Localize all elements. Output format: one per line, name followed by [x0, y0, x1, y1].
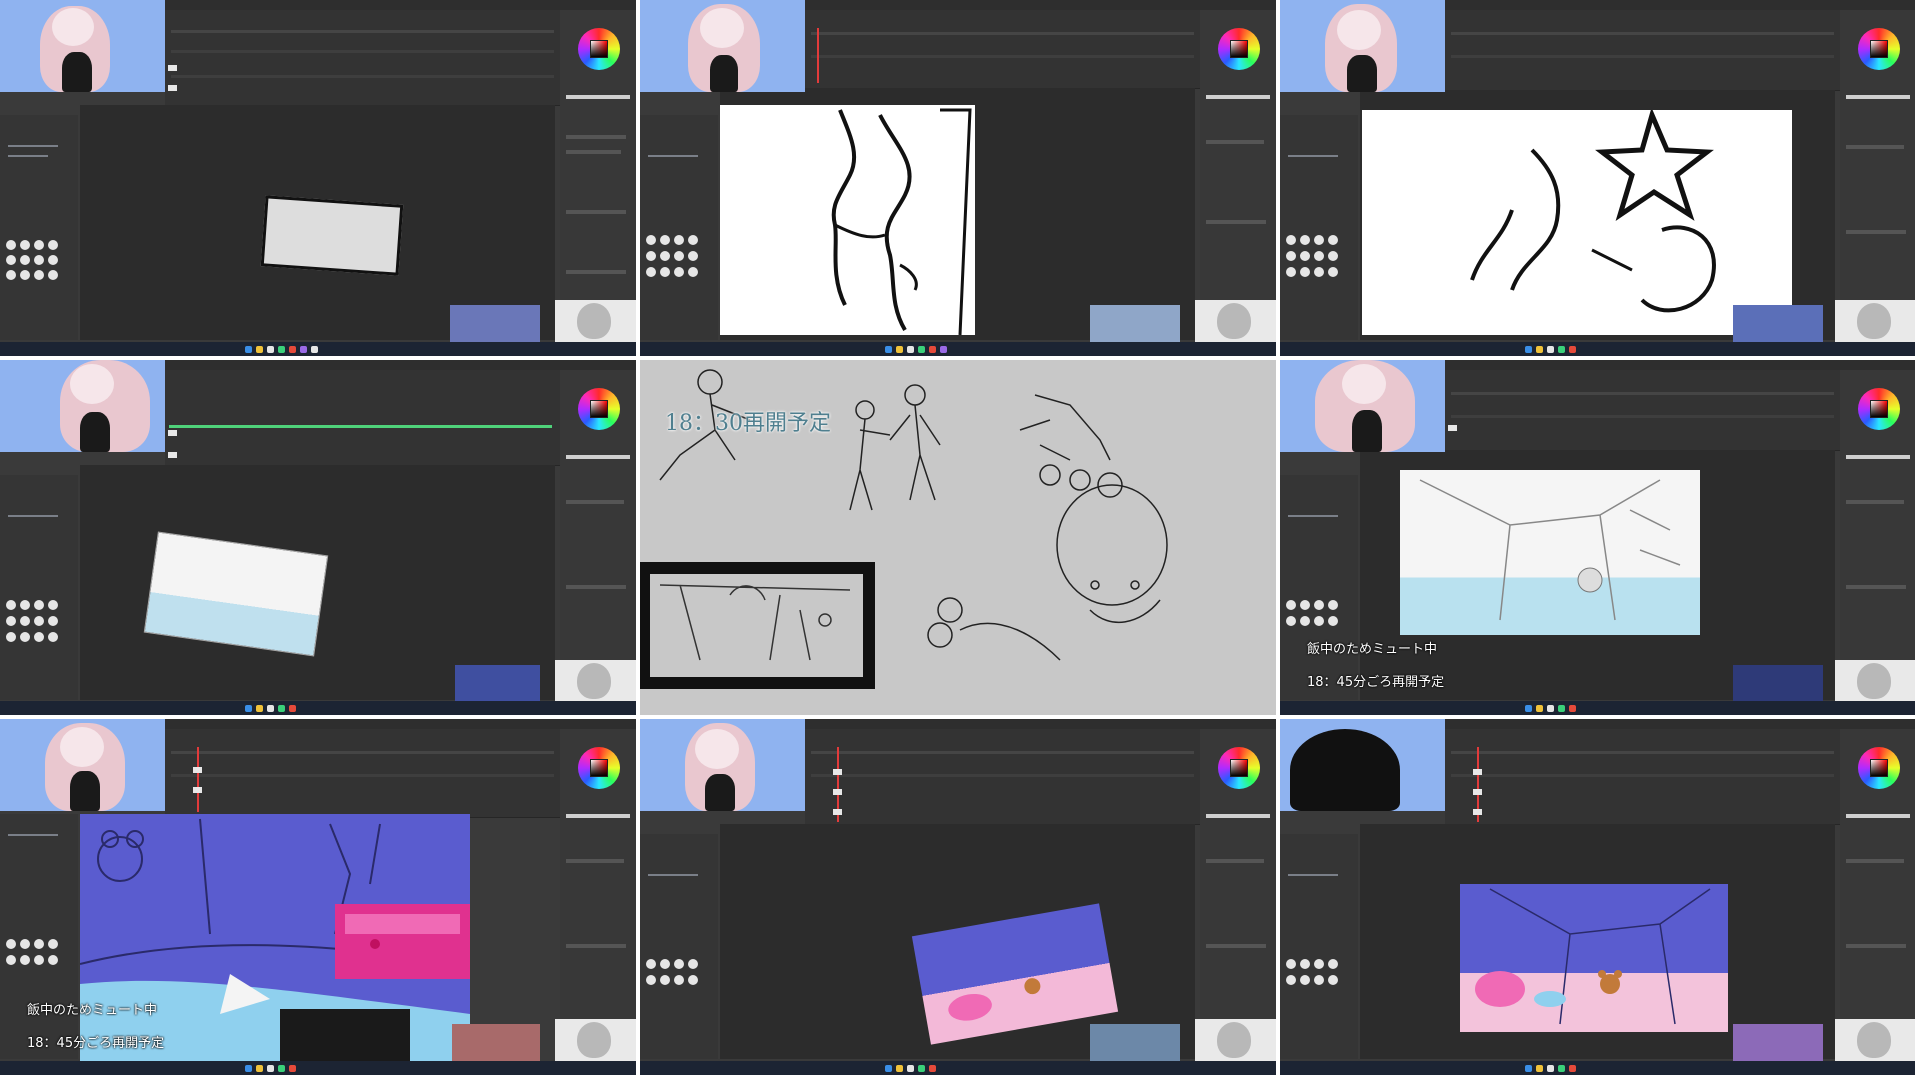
- color-wheel[interactable]: [578, 388, 620, 430]
- taskbar[interactable]: [0, 1061, 636, 1075]
- frame-2: [640, 0, 1276, 356]
- timeline-panel[interactable]: [805, 10, 1200, 89]
- vtuber-avatar: [640, 0, 805, 92]
- facecam: [1835, 1019, 1915, 1061]
- layer-panel[interactable]: [1200, 729, 1276, 1059]
- timeline-panel[interactable]: [805, 729, 1200, 825]
- lineart-canvas: [1362, 110, 1792, 335]
- layer-panel[interactable]: [560, 10, 636, 340]
- frame-7: 飯中のためミュート中 18：45分ごろ再開予定: [0, 719, 636, 1075]
- layer-panel[interactable]: [1840, 370, 1915, 700]
- brush-panel[interactable]: [1280, 115, 1358, 340]
- timeline-panel[interactable]: [165, 10, 560, 106]
- color-wheel[interactable]: [1858, 388, 1900, 430]
- brush-panel[interactable]: [0, 115, 78, 340]
- layer-panel[interactable]: [1200, 10, 1276, 340]
- layer-panel[interactable]: [560, 370, 636, 700]
- vtuber-avatar: [1280, 0, 1445, 92]
- facecam: [555, 660, 636, 702]
- frame-8: [640, 719, 1276, 1075]
- facecam: [1835, 300, 1915, 342]
- timeline-panel[interactable]: [1445, 729, 1840, 825]
- facecam: [1195, 300, 1276, 342]
- vtuber-avatar: [640, 719, 805, 811]
- artwork-canvas: [1460, 884, 1728, 1032]
- frame-1: [0, 0, 636, 356]
- layer-panel[interactable]: [560, 729, 636, 1059]
- facecam: [1195, 1019, 1276, 1061]
- frame-9: [1280, 719, 1915, 1075]
- layer-panel[interactable]: [1840, 729, 1915, 1059]
- color-wheel[interactable]: [1858, 747, 1900, 789]
- artwork-canvas[interactable]: [80, 814, 470, 1064]
- color-wheel[interactable]: [578, 747, 620, 789]
- frame-3: [1280, 0, 1915, 356]
- vtuber-avatar: [0, 719, 165, 811]
- taskbar[interactable]: [640, 1061, 1276, 1075]
- timeline-panel[interactable]: [1445, 370, 1840, 451]
- resume-time-notice: 18：45分ごろ再開予定: [27, 1036, 165, 1051]
- taskbar[interactable]: [1280, 1061, 1915, 1075]
- timeline-panel[interactable]: [1445, 10, 1840, 91]
- brush-panel[interactable]: [0, 814, 78, 1059]
- color-wheel[interactable]: [1218, 28, 1260, 70]
- color-wheel[interactable]: [578, 28, 620, 70]
- frame-5-break-screen: 18：30再開予定: [640, 360, 1276, 715]
- vtuber-avatar: [0, 0, 165, 92]
- artwork-thumbnail: [260, 195, 404, 276]
- facecam: [555, 1019, 636, 1061]
- color-wheel[interactable]: [1218, 747, 1260, 789]
- vtuber-avatar: [1280, 719, 1445, 811]
- taskbar[interactable]: [0, 342, 636, 356]
- facecam: [555, 300, 636, 342]
- taskbar[interactable]: [0, 701, 636, 715]
- brush-panel[interactable]: [640, 834, 718, 1059]
- brush-panel[interactable]: [1280, 475, 1358, 700]
- brush-panel[interactable]: [0, 475, 78, 700]
- lineart-canvas: [720, 105, 975, 335]
- taskbar[interactable]: [1280, 701, 1915, 715]
- resume-time-notice: 18：30再開予定: [665, 411, 831, 436]
- brush-panel[interactable]: [640, 115, 718, 340]
- color-wheel[interactable]: [1858, 28, 1900, 70]
- mute-notice: 飯中のためミュート中: [1307, 642, 1438, 657]
- timeline-panel[interactable]: [165, 729, 560, 818]
- artwork-canvas: [1400, 470, 1700, 635]
- resume-time-notice: 18：45分ごろ再開予定: [1307, 675, 1445, 690]
- taskbar[interactable]: [640, 342, 1276, 356]
- brush-panel[interactable]: [1280, 834, 1358, 1059]
- frame-4: [0, 360, 636, 715]
- vtuber-avatar: [0, 360, 165, 452]
- vtuber-avatar: [1280, 360, 1445, 452]
- screenshot-grid: 18：30再開予定 飯中のためミュート中 18：45分ごろ再開予定 飯中のためミ…: [0, 0, 1915, 1075]
- mute-notice: 飯中のためミュート中: [27, 1003, 158, 1018]
- layer-panel[interactable]: [1840, 10, 1915, 340]
- taskbar[interactable]: [1280, 342, 1915, 356]
- timeline-panel[interactable]: [165, 370, 560, 466]
- frame-6: 飯中のためミュート中 18：45分ごろ再開予定: [1280, 360, 1915, 715]
- facecam: [1835, 660, 1915, 702]
